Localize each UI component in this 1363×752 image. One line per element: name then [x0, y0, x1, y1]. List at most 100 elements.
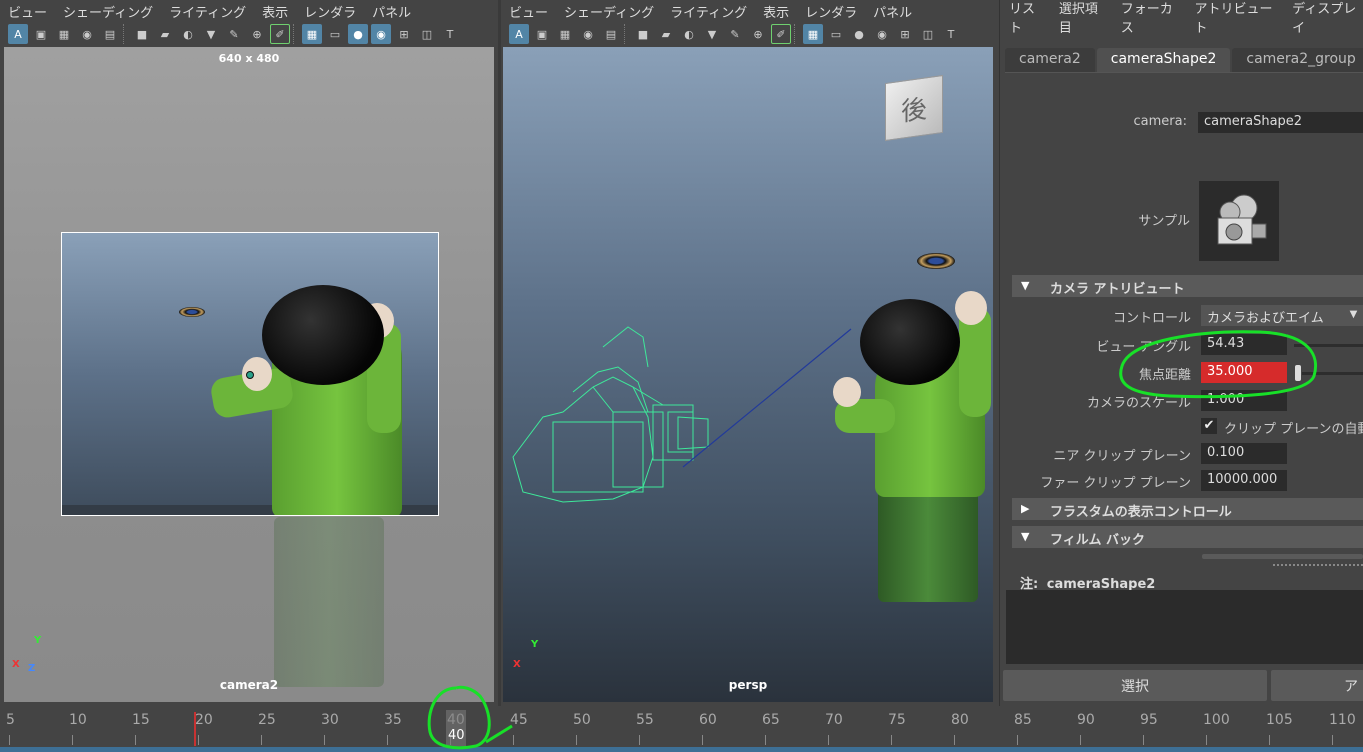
film-gate-icon[interactable]: ▭	[325, 24, 345, 44]
safe-title-icon[interactable]: T	[440, 24, 460, 44]
bookmark-flag-icon[interactable]: ▼	[702, 24, 722, 44]
section-camera-attributes[interactable]: ▼ カメラ アトリビュート	[1012, 275, 1363, 297]
axis-z-label: Z	[28, 663, 36, 674]
field-chart-icon[interactable]: ⊞	[394, 24, 414, 44]
near-clip-field[interactable]: 0.100	[1201, 443, 1287, 464]
persp-canvas[interactable]: 後 X Y persp	[503, 47, 993, 702]
time-slider-label: 100	[1203, 712, 1230, 728]
view-angle-field[interactable]: 54.43	[1201, 334, 1287, 355]
camera-scale-label: カメラのスケール	[1086, 396, 1191, 411]
sample-swatch[interactable]	[1199, 181, 1279, 261]
menu-show[interactable]: 表示	[262, 2, 288, 21]
lock-camera-icon[interactable]: ▰	[155, 24, 175, 44]
grid-icon[interactable]: ▦	[803, 24, 823, 44]
viewport-persp[interactable]: ビュー シェーディング ライティング 表示 レンダラ パネル A ▣ ▦ ◉ ▤…	[501, 0, 997, 706]
tab-underline	[1005, 72, 1363, 73]
menu-shading[interactable]: シェーディング	[63, 2, 153, 21]
camera-attributes-icon[interactable]: ▣	[31, 24, 51, 44]
grid-icon[interactable]: ▦	[302, 24, 322, 44]
tab-camera2-group[interactable]: camera2_group	[1232, 48, 1363, 72]
bookmark-icon[interactable]: ▦	[555, 24, 575, 44]
select-camera-icon[interactable]: A	[8, 24, 28, 44]
auto-clip-checkbox[interactable]: ✔	[1201, 418, 1217, 434]
gate-mask-icon[interactable]: ◉	[371, 24, 391, 44]
safe-action-icon[interactable]: ◫	[417, 24, 437, 44]
movie-camera-icon[interactable]: ◐	[178, 24, 198, 44]
image-plane-icon[interactable]: ◉	[578, 24, 598, 44]
character-left-hand	[833, 377, 861, 407]
time-slider-label: 35	[384, 712, 402, 728]
select-camera-icon[interactable]: A	[509, 24, 529, 44]
menu-shading[interactable]: シェーディング	[564, 2, 654, 21]
grease-pencil-icon[interactable]: ⊕	[247, 24, 267, 44]
menu-lighting[interactable]: ライティング	[670, 2, 747, 21]
load-attributes-button[interactable]: ア	[1271, 670, 1363, 701]
camera2-canvas[interactable]: 640 x 480 X Y Z camera2	[4, 47, 494, 702]
camera-scale-field[interactable]: 1.000	[1201, 390, 1287, 411]
menu-list[interactable]: リスト	[1009, 0, 1045, 36]
time-slider-tick	[9, 735, 10, 745]
focal-length-slider-handle[interactable]	[1295, 365, 1301, 381]
image-plane-icon[interactable]: ◉	[77, 24, 97, 44]
menu-panels[interactable]: パネル	[873, 2, 912, 21]
focal-length-slider[interactable]	[1302, 372, 1363, 375]
bookmark-icon[interactable]: ▦	[54, 24, 74, 44]
camera-icon[interactable]: ■	[132, 24, 152, 44]
focal-length-row: 焦点距離 35.000	[1000, 362, 1363, 384]
two-d-pan-icon[interactable]: ▤	[100, 24, 120, 44]
camera-wireframe[interactable]	[503, 317, 863, 507]
tab-camerashape2[interactable]: cameraShape2	[1096, 48, 1231, 72]
menu-selected[interactable]: 選択項目	[1059, 0, 1107, 36]
attribute-scrollbar[interactable]	[1202, 554, 1363, 559]
section-film-back[interactable]: ▼ フィルム バック	[1012, 526, 1363, 548]
two-d-pan-icon[interactable]: ▤	[601, 24, 621, 44]
attribute-editor-menu: リスト 選択項目 フォーカス アトリビュート ディスプレイ	[1000, 0, 1363, 36]
menu-display[interactable]: ディスプレイ	[1292, 0, 1363, 36]
menu-focus[interactable]: フォーカス	[1121, 0, 1181, 36]
gate-mask-icon[interactable]: ◉	[872, 24, 892, 44]
time-slider-tick	[261, 735, 262, 745]
grease-pencil-icon[interactable]: ⊕	[748, 24, 768, 44]
camera-icon[interactable]: ■	[633, 24, 653, 44]
far-clip-field[interactable]: 10000.000	[1201, 470, 1287, 491]
viewport-camera2[interactable]: ビュー シェーディング ライティング 表示 レンダラ パネル A ▣ ▦ ◉ ▤…	[0, 0, 498, 706]
film-gate-icon[interactable]: ▭	[826, 24, 846, 44]
time-slider-tick	[702, 735, 703, 745]
menu-view[interactable]: ビュー	[8, 2, 47, 21]
camera-attributes-icon[interactable]: ▣	[532, 24, 552, 44]
time-slider[interactable]: 5 10 15 20 25 30 35 40 45 50 55 60 65 70 75 80 85 90 95 100…	[0, 706, 1363, 752]
aim-locator-icon[interactable]	[246, 371, 254, 379]
time-slider-label: 50	[573, 712, 591, 728]
bookmark-flag-icon[interactable]: ▼	[201, 24, 221, 44]
safe-title-icon[interactable]: T	[941, 24, 961, 44]
lock-camera-icon[interactable]: ▰	[656, 24, 676, 44]
pencil-icon[interactable]: ✎	[224, 24, 244, 44]
draw-icon[interactable]: ✐	[270, 24, 290, 44]
control-dropdown[interactable]: カメラおよびエイム	[1201, 305, 1343, 326]
pencil-icon[interactable]: ✎	[725, 24, 745, 44]
dropdown-arrow-icon[interactable]: ▼	[1343, 305, 1363, 326]
menu-panels[interactable]: パネル	[372, 2, 411, 21]
movie-camera-icon[interactable]: ◐	[679, 24, 699, 44]
focal-length-field[interactable]: 35.000	[1201, 362, 1287, 383]
notes-textarea[interactable]	[1006, 590, 1363, 664]
section-frustum-display[interactable]: ▶ フラスタムの表示コントロール	[1012, 498, 1363, 520]
resolution-gate-icon[interactable]: ●	[849, 24, 869, 44]
menu-view[interactable]: ビュー	[509, 2, 548, 21]
menu-attributes[interactable]: アトリビュート	[1194, 0, 1278, 36]
menu-renderer[interactable]: レンダラ	[805, 2, 857, 21]
view-cube[interactable]: 後	[885, 74, 943, 142]
toolbar-separator	[293, 24, 299, 44]
field-chart-icon[interactable]: ⊞	[895, 24, 915, 44]
menu-lighting[interactable]: ライティング	[169, 2, 246, 21]
camera-name-field[interactable]: cameraShape2	[1198, 112, 1363, 133]
menu-show[interactable]: 表示	[763, 2, 789, 21]
view-angle-slider[interactable]	[1294, 344, 1363, 347]
resolution-gate-icon[interactable]: ●	[348, 24, 368, 44]
menu-renderer[interactable]: レンダラ	[304, 2, 356, 21]
tab-camera2[interactable]: camera2	[1005, 48, 1095, 72]
splitter-handle[interactable]	[1273, 564, 1363, 566]
select-button[interactable]: 選択	[1003, 670, 1267, 701]
safe-action-icon[interactable]: ◫	[918, 24, 938, 44]
draw-icon[interactable]: ✐	[771, 24, 791, 44]
